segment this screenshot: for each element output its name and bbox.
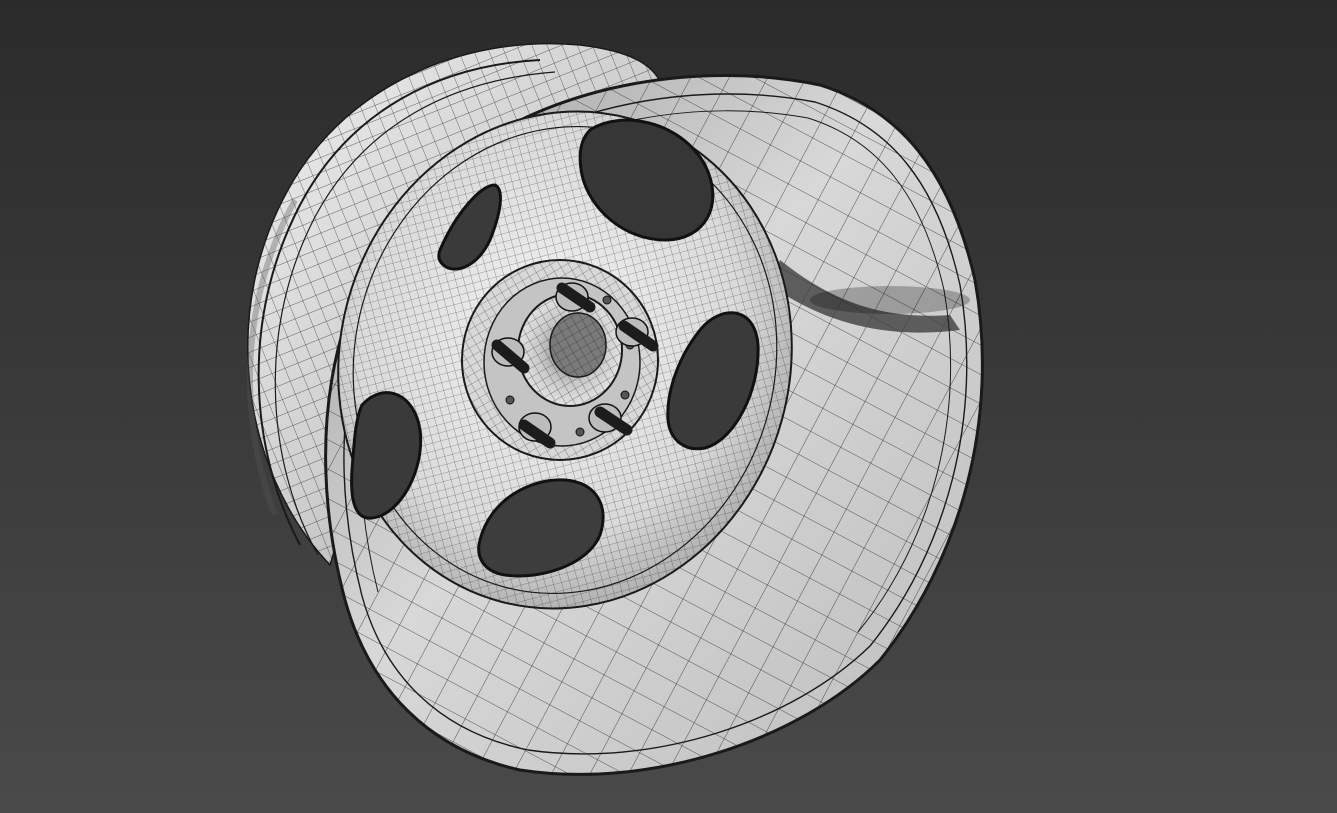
hub-hole [620, 390, 630, 400]
hub-hole [505, 395, 515, 405]
hub-hole [575, 427, 585, 437]
wheel-render [247, 42, 984, 776]
hub-hole [602, 295, 612, 305]
3d-viewport[interactable] [0, 0, 1337, 813]
